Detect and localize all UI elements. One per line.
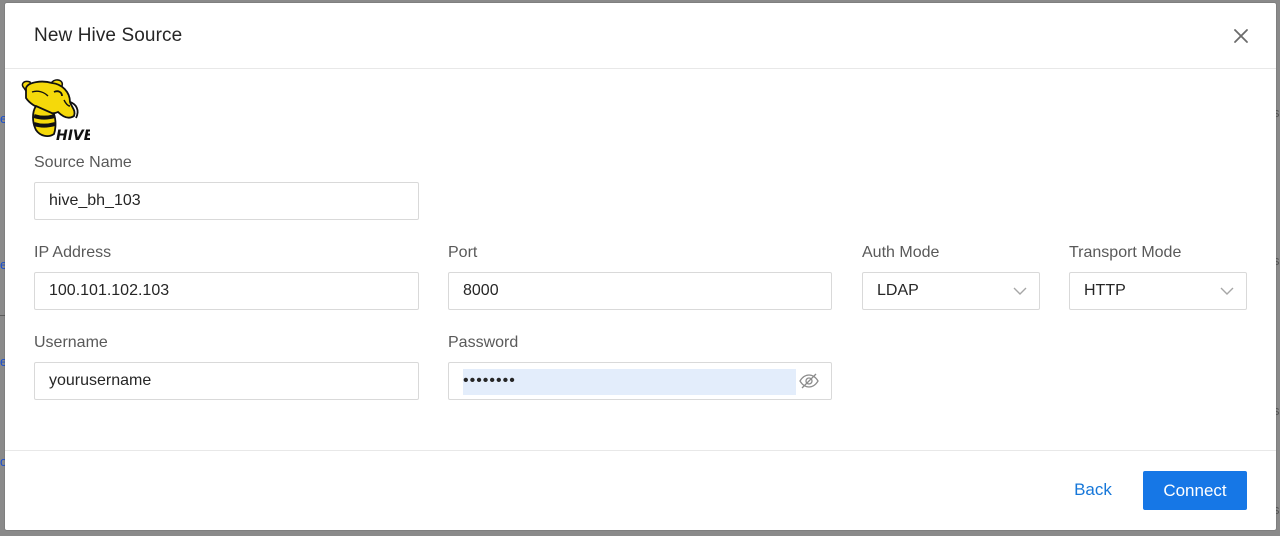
- port-label: Port: [448, 244, 478, 261]
- ip-address-input[interactable]: 100.101.102.103: [34, 272, 419, 310]
- ip-address-value: 100.101.102.103: [49, 282, 170, 299]
- auth-mode-select[interactable]: LDAP: [862, 272, 1040, 310]
- chevron-down-icon: [1220, 287, 1234, 295]
- transport-mode-label: Transport Mode: [1069, 244, 1182, 261]
- auth-mode-label: Auth Mode: [862, 244, 940, 261]
- eye-off-icon[interactable]: [799, 372, 819, 390]
- close-icon: [1234, 29, 1248, 43]
- new-source-dialog: New Hive Source HIVE Source Name hive_bh…: [5, 3, 1276, 530]
- hive-logo-text: HIVE: [56, 128, 90, 142]
- ip-address-label: IP Address: [34, 244, 112, 261]
- back-button[interactable]: Back: [1063, 471, 1123, 509]
- port-value: 8000: [463, 282, 499, 299]
- password-label: Password: [448, 334, 519, 351]
- source-name-input[interactable]: hive_bh_103: [34, 182, 419, 220]
- hive-logo: HIVE: [18, 78, 94, 144]
- username-label: Username: [34, 334, 108, 351]
- chevron-down-icon: [1013, 287, 1027, 295]
- dialog-footer: Back Connect: [5, 450, 1276, 530]
- source-name-label: Source Name: [34, 154, 132, 171]
- username-input[interactable]: yourusername: [34, 362, 419, 400]
- port-input[interactable]: 8000: [448, 272, 832, 310]
- dialog-title: New Hive Source: [34, 25, 183, 46]
- auth-mode-value: LDAP: [877, 282, 919, 299]
- password-input[interactable]: ••••••••: [448, 362, 832, 400]
- dialog-header: New Hive Source: [5, 3, 1276, 69]
- username-value: yourusername: [49, 372, 152, 389]
- connect-button[interactable]: Connect: [1143, 471, 1247, 510]
- close-button[interactable]: [1230, 25, 1252, 47]
- transport-mode-value: HTTP: [1084, 282, 1126, 299]
- source-name-value: hive_bh_103: [49, 192, 141, 209]
- password-value: ••••••••: [463, 372, 516, 389]
- transport-mode-select[interactable]: HTTP: [1069, 272, 1247, 310]
